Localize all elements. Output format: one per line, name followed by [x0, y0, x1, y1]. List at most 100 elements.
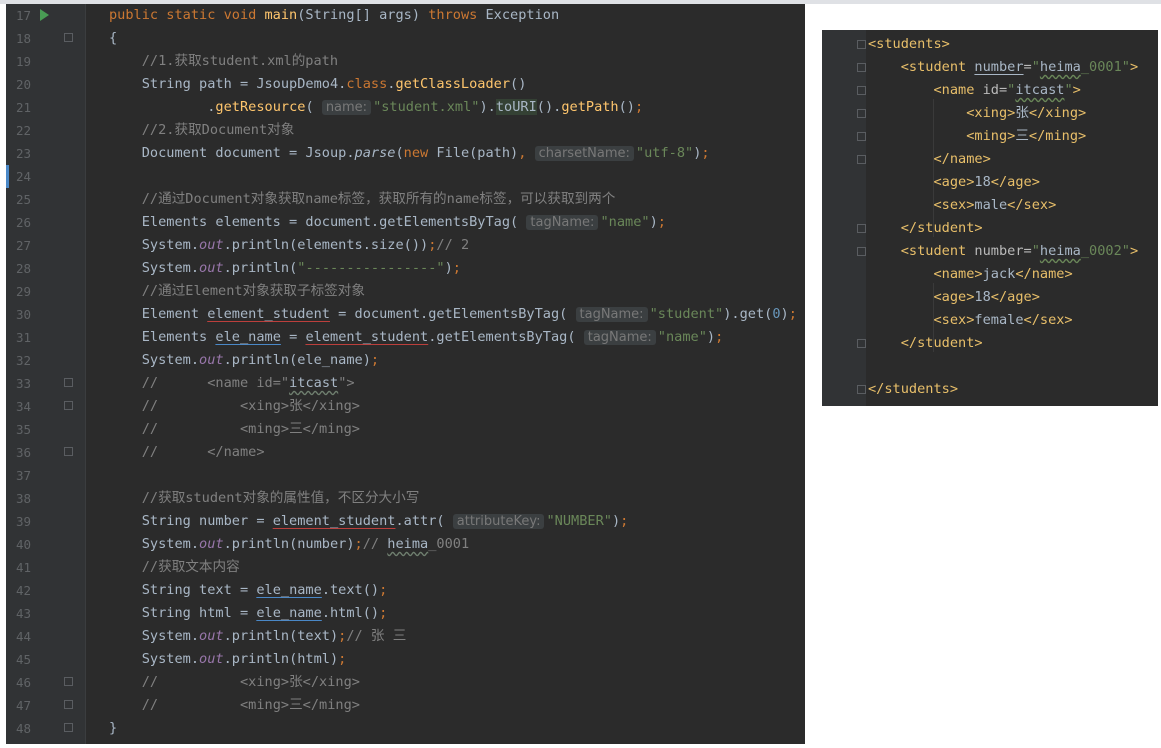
- xml-line[interactable]: </students>: [822, 378, 1158, 401]
- code-line[interactable]: 21 .getResource( name: "student.xml").toU…: [6, 96, 805, 119]
- code-line[interactable]: 24: [6, 165, 805, 188]
- code-line[interactable]: 26 Elements elements = document.getEleme…: [6, 211, 805, 234]
- run-icon[interactable]: [40, 9, 49, 21]
- xml-token: [868, 243, 901, 259]
- xml-line[interactable]: <age>18</age>: [822, 286, 1158, 309]
- code-token: (): [510, 76, 527, 92]
- java-code-editor[interactable]: 17 public static void main(String[] args)…: [6, 4, 805, 744]
- code-line[interactable]: 30 Element element_student = document.ge…: [6, 303, 805, 326]
- code-line[interactable]: 46 // <xing>张</xing>: [6, 671, 805, 694]
- code-line[interactable]: 39 String number = element_student.attr(…: [6, 510, 805, 533]
- code-line[interactable]: 44 System.out.println(text);// 张 三: [6, 625, 805, 648]
- code-line[interactable]: 38 //获取student对象的属性值，不区分大小写: [6, 487, 805, 510]
- code-token: ;: [338, 651, 347, 667]
- code-line[interactable]: 35 // <ming>三</ming>: [6, 418, 805, 441]
- xml-token: 18: [974, 289, 991, 305]
- fold-icon[interactable]: [64, 447, 73, 456]
- code-line[interactable]: 29 //通过Element对象获取子标签对象: [6, 280, 805, 303]
- code-line[interactable]: 34 // <xing>张</xing>: [6, 395, 805, 418]
- xml-line[interactable]: [822, 355, 1158, 378]
- fold-icon[interactable]: [857, 86, 866, 95]
- fold-icon[interactable]: [857, 40, 866, 49]
- code-line[interactable]: 43 String html = ele_name.html();: [6, 602, 805, 625]
- xml-line[interactable]: <student number="heima_0002">: [822, 240, 1158, 263]
- fold-icon[interactable]: [857, 132, 866, 141]
- code-token: toURI: [495, 99, 537, 115]
- fold-icon[interactable]: [64, 33, 73, 42]
- code-line[interactable]: 17 public static void main(String[] args)…: [6, 4, 805, 27]
- xml-token: 张: [1015, 105, 1029, 121]
- code-text: Element element_student = document.getEl…: [109, 303, 797, 326]
- code-line[interactable]: 45 System.out.println(html);: [6, 648, 805, 671]
- xml-line[interactable]: </student>: [822, 217, 1158, 240]
- code-line[interactable]: 19 //1.获取student.xml的path: [6, 50, 805, 73]
- fold-icon[interactable]: [857, 155, 866, 164]
- fold-icon[interactable]: [857, 224, 866, 233]
- fold-icon[interactable]: [64, 677, 73, 686]
- code-line[interactable]: 22 //2.获取Document对象: [6, 119, 805, 142]
- code-text: System.out.println(text);// 张 三: [109, 625, 407, 648]
- xml-line[interactable]: <name id="itcast">: [822, 79, 1158, 102]
- code-text: System.out.println(ele_name);: [109, 349, 379, 372]
- code-token: public static void: [109, 7, 265, 23]
- xml-line[interactable]: </student>: [822, 332, 1158, 355]
- code-token: out: [199, 260, 224, 276]
- code-line[interactable]: 33 // <name id="itcast">: [6, 372, 805, 395]
- line-number: 42: [15, 583, 31, 598]
- xml-line[interactable]: <ming>三</ming>: [822, 125, 1158, 148]
- xml-token: <age>: [933, 174, 975, 190]
- code-line[interactable]: 40 System.out.println(number);// heima_0…: [6, 533, 805, 556]
- code-line[interactable]: 23 Document document = Jsoup.parse(new F…: [6, 142, 805, 165]
- xml-line[interactable]: <sex>female</sex>: [822, 309, 1158, 332]
- fold-icon[interactable]: [64, 723, 73, 732]
- xml-text: <sex>female</sex>: [868, 309, 1072, 332]
- xml-token: ": [1031, 59, 1040, 75]
- xml-line[interactable]: </name>: [822, 148, 1158, 171]
- code-token: .println(text): [223, 628, 339, 644]
- xml-token: [868, 335, 901, 351]
- code-line[interactable]: 42 String text = ele_name.text();: [6, 579, 805, 602]
- code-token: ele_name: [256, 582, 322, 598]
- parameter-hint: attributeKey:: [452, 514, 545, 529]
- code-line[interactable]: 41 //获取文本内容: [6, 556, 805, 579]
- line-number: 30: [15, 307, 31, 322]
- code-line[interactable]: 18 {: [6, 27, 805, 50]
- fold-icon[interactable]: [64, 401, 73, 410]
- fold-icon[interactable]: [857, 247, 866, 256]
- xml-line[interactable]: <name>jack</name>: [822, 263, 1158, 286]
- xml-token: =: [1023, 59, 1032, 75]
- code-token: out: [199, 536, 224, 552]
- fold-icon[interactable]: [857, 109, 866, 118]
- xml-line[interactable]: <xing>张</xing>: [822, 102, 1158, 125]
- fold-icon[interactable]: [857, 63, 866, 72]
- code-token: Elements: [109, 329, 216, 345]
- fold-icon[interactable]: [64, 700, 73, 709]
- code-line[interactable]: 37: [6, 464, 805, 487]
- code-line[interactable]: 47 // <ming>三</ming>: [6, 694, 805, 717]
- xml-code-panel[interactable]: <students> <student number="heima_0001">…: [822, 30, 1158, 406]
- xml-line[interactable]: <sex>male</sex>: [822, 194, 1158, 217]
- fold-icon[interactable]: [857, 339, 866, 348]
- code-line[interactable]: 48}: [6, 717, 805, 740]
- code-line[interactable]: 27 System.out.println(elements.size());/…: [6, 234, 805, 257]
- code-line[interactable]: 36 // </name>: [6, 441, 805, 464]
- code-line[interactable]: 20 String path = JsoupDemo4.class.getCla…: [6, 73, 805, 96]
- code-line[interactable]: 25 //通过Document对象获取name标签，获取所有的name标签，可以…: [6, 188, 805, 211]
- code-token: // <name id=": [141, 375, 290, 391]
- code-text: //2.获取Document对象: [109, 119, 295, 142]
- parameter-hint: tagName:: [583, 330, 656, 345]
- code-line[interactable]: 31 Elements ele_name = element_student.g…: [6, 326, 805, 349]
- code-line[interactable]: 32 System.out.println(ele_name);: [6, 349, 805, 372]
- line-number: 21: [15, 100, 31, 115]
- line-number: 45: [15, 652, 31, 667]
- code-token: //1.获取student.xml的path: [141, 53, 339, 69]
- xml-line[interactable]: <age>18</age>: [822, 171, 1158, 194]
- fold-icon[interactable]: [64, 378, 73, 387]
- code-text: String path = JsoupDemo4.class.getClassL…: [109, 73, 527, 96]
- code-line[interactable]: 28 System.out.println("----------------"…: [6, 257, 805, 280]
- xml-line[interactable]: <students>: [822, 33, 1158, 56]
- xml-token: <student: [900, 59, 975, 75]
- xml-line[interactable]: <student number="heima_0001">: [822, 56, 1158, 79]
- fold-icon[interactable]: [857, 385, 866, 394]
